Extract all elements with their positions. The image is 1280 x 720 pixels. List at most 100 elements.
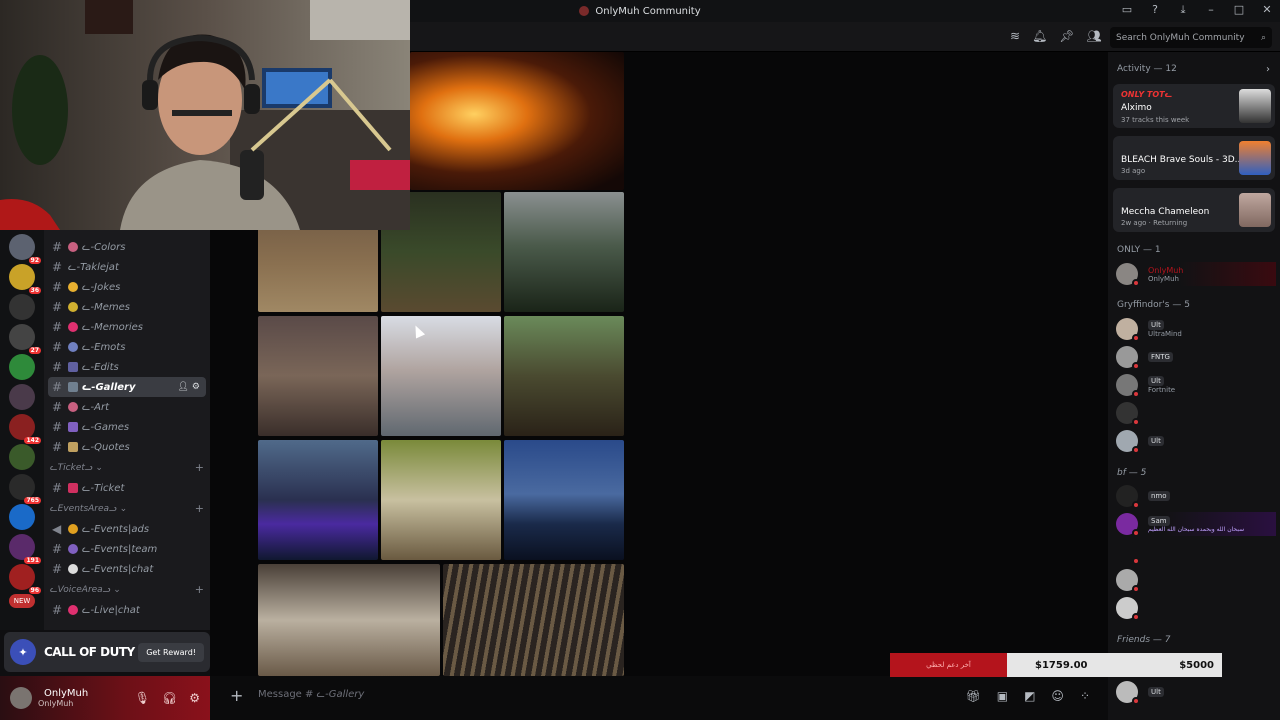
download-icon[interactable]: ⤓ <box>1176 3 1190 17</box>
gallery-image[interactable] <box>443 564 624 676</box>
unread-badge: 27 <box>28 347 41 354</box>
member-tag: nmo <box>1148 491 1170 501</box>
sticker-icon[interactable]: ◩ <box>1024 689 1035 703</box>
member-row[interactable]: FNTG <box>1116 345 1276 370</box>
channel-settings-icon[interactable]: 👤︎ ⚙ <box>178 382 200 392</box>
server-icon[interactable] <box>9 504 35 530</box>
avatar[interactable] <box>10 687 32 709</box>
group-header: bf — 5 <box>1117 468 1147 478</box>
channel-events-chat[interactable]: # ᓚ-Events|chat <box>44 559 210 579</box>
server-icon[interactable] <box>9 444 35 470</box>
channel-memories[interactable]: # ᓚ-Memories <box>44 317 210 337</box>
add-channel-icon[interactable]: + <box>195 461 204 474</box>
threads-icon[interactable]: ≋ <box>1010 29 1020 43</box>
channel-jokes[interactable]: # ᓚ-Jokes <box>44 277 210 297</box>
headphones-muted-icon[interactable]: 🎧︎ <box>162 691 177 705</box>
category-label: ᓚTicketᓗ ⌄ <box>50 462 103 473</box>
promo-banner: ✦ CALL OF DUTY Get Reward! <box>4 632 210 672</box>
minimize-button[interactable]: – <box>1204 3 1218 17</box>
apps-icon[interactable]: ⁘ <box>1080 689 1090 703</box>
member-onlymuh[interactable]: OnlyMuh OnlyMuh <box>1116 262 1276 287</box>
activity-card[interactable]: ONLY TOTᓚ Alximo 37 tracks this week <box>1113 84 1275 128</box>
server-icon[interactable]: 191 <box>9 534 41 564</box>
member-list: Activity — 12 › ONLY TOTᓚ Alximo 37 trac… <box>1108 52 1280 720</box>
add-channel-icon[interactable]: + <box>195 583 204 596</box>
chevron-right-icon[interactable]: › <box>1266 64 1270 75</box>
category-events[interactable]: ᓚEventsAreaᓗ ⌄ + <box>44 498 210 519</box>
channel-events-team[interactable]: # ᓚ-Events|team <box>44 539 210 559</box>
gallery-image[interactable] <box>381 440 501 560</box>
server-icon[interactable]: 92 <box>9 234 41 264</box>
get-reward-button[interactable]: Get Reward! <box>138 642 204 662</box>
server-icon[interactable]: 36 <box>9 264 41 294</box>
member-row[interactable] <box>1116 401 1276 426</box>
mic-muted-icon[interactable]: 🎙︎ <box>135 691 150 705</box>
member-subtitle: Fortnite <box>1148 386 1176 394</box>
channel-taklejat[interactable]: # ᓚ-Taklejat <box>44 257 210 277</box>
activity-detail: 3d ago <box>1121 167 1146 175</box>
member-row[interactable]: Sam سبحان الله وبحمده سبحان الله العظيم <box>1116 512 1276 537</box>
attach-button[interactable]: + <box>230 686 243 705</box>
server-icon[interactable]: 96 <box>9 564 41 594</box>
member-row[interactable]: Ult <box>1116 429 1276 454</box>
user-panel: OnlyMuh OnlyMuh 🎙︎ 🎧︎ ⚙ <box>0 676 210 720</box>
server-icon[interactable] <box>9 294 35 320</box>
member-row[interactable] <box>1116 540 1276 565</box>
channel-live-chat[interactable]: # ᓚ-Live|chat <box>44 600 210 620</box>
channel-gallery[interactable]: # ᓚ-Gallery 👤︎ ⚙ <box>48 377 206 397</box>
help-icon[interactable]: ? <box>1148 3 1162 17</box>
members-icon[interactable]: 👥︎ <box>1087 29 1102 43</box>
channel-games[interactable]: # ᓚ-Games <box>44 417 210 437</box>
gallery-image[interactable] <box>258 440 378 560</box>
search-input[interactable]: Search OnlyMuh Community ⌕ <box>1110 27 1272 48</box>
member-row[interactable] <box>1116 596 1276 621</box>
member-row[interactable]: nmo <box>1116 484 1276 509</box>
channel-art[interactable]: # ᓚ-Art <box>44 397 210 417</box>
gif-icon[interactable]: ▣ <box>997 689 1008 703</box>
category-label: ᓚVoiceAreaᓗ ⌄ <box>50 584 121 595</box>
close-button[interactable]: ✕ <box>1260 3 1274 17</box>
message-composer[interactable]: + Message # ᓚ-Gallery 🎁︎ ▣ ◩ ☺ ⁘ <box>210 676 1108 720</box>
channel-events-ads[interactable]: ◀ ᓚ-Events|ads <box>44 519 210 539</box>
channel-emots[interactable]: # ᓚ-Emots <box>44 337 210 357</box>
member-row[interactable]: Ult Fortnite <box>1116 373 1276 398</box>
gift-icon[interactable]: 🎁︎ <box>966 689 981 703</box>
activity-card[interactable]: BLEACH Brave Souls - 3D... 3d ago <box>1113 136 1275 180</box>
pin-icon[interactable]: 📌︎ <box>1059 29 1074 43</box>
server-icon[interactable]: 765 <box>9 474 41 504</box>
gallery-image[interactable] <box>258 316 378 436</box>
server-icon[interactable]: 27 <box>9 324 41 354</box>
emoji-icon[interactable]: ☺ <box>1051 689 1064 703</box>
ticket-icon <box>68 483 78 493</box>
add-channel-icon[interactable]: + <box>195 502 204 515</box>
gallery-image[interactable] <box>504 316 624 436</box>
speech-icon <box>68 564 78 574</box>
gear-icon[interactable]: ⚙ <box>189 691 200 705</box>
message-input[interactable]: Message # ᓚ-Gallery <box>258 689 364 700</box>
server-icon[interactable] <box>9 384 35 410</box>
channel-memes[interactable]: # ᓚ-Memes <box>44 297 210 317</box>
maximize-button[interactable]: □ <box>1232 3 1246 17</box>
channel-edits[interactable]: # ᓚ-Edits <box>44 357 210 377</box>
gallery-image[interactable] <box>258 564 440 676</box>
unread-badge: 92 <box>28 257 41 264</box>
megaphone-icon: ◀ <box>52 522 62 536</box>
channel-quotes[interactable]: # ᓚ-Quotes <box>44 437 210 457</box>
member-row[interactable]: Ult UltraMind <box>1116 317 1276 342</box>
server-icon[interactable]: 142 <box>9 414 41 444</box>
category-ticket[interactable]: ᓚTicketᓗ ⌄ + <box>44 457 210 478</box>
inbox-icon[interactable]: ▭ <box>1120 3 1134 17</box>
gallery-image[interactable] <box>504 192 624 312</box>
category-voice[interactable]: ᓚVoiceAreaᓗ ⌄ + <box>44 579 210 600</box>
channel-colors[interactable]: # ᓚ-Colors <box>44 237 210 257</box>
gallery-image[interactable] <box>410 52 624 190</box>
activity-card[interactable]: Meccha Chameleon 2w ago · Returning <box>1113 188 1275 232</box>
member-row[interactable] <box>1116 568 1276 593</box>
server-icon[interactable] <box>9 354 35 380</box>
bell-icon[interactable]: 🔔︎ <box>1032 29 1047 43</box>
member-row[interactable]: Ult <box>1116 680 1276 705</box>
gallery-image[interactable] <box>504 440 624 560</box>
channel-ticket[interactable]: # ᓚ-Ticket <box>44 478 210 498</box>
gallery-image[interactable] <box>381 316 501 436</box>
activity-thumbnail <box>1239 193 1271 227</box>
